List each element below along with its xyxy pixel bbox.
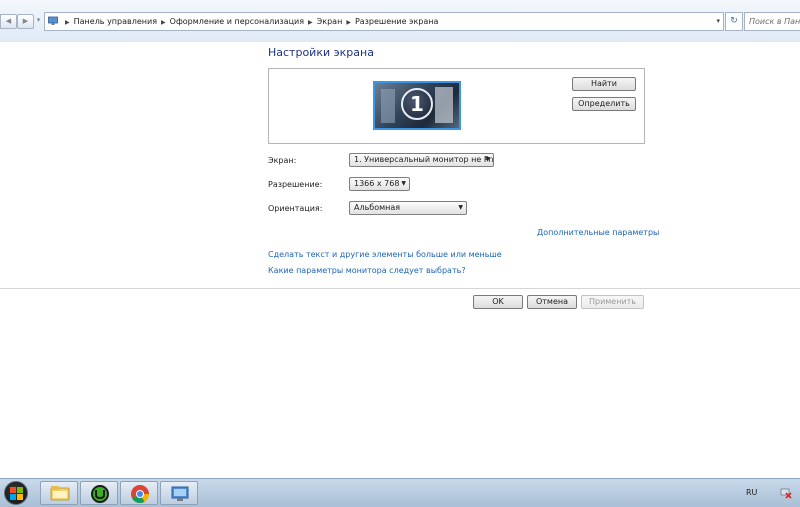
orientation-select[interactable]: Альбомная ▼: [349, 201, 467, 215]
chevron-down-icon: ▼: [458, 204, 463, 211]
address-dropdown-icon[interactable]: ▾: [716, 13, 720, 30]
breadcrumb-separator-icon: ▶: [65, 19, 70, 26]
display-label: Экран:: [268, 156, 297, 165]
taskbar-explorer[interactable]: [40, 481, 78, 505]
windows-logo-icon: [10, 487, 23, 500]
detect-button[interactable]: Найти: [572, 77, 636, 91]
page-title: Настройки экрана: [268, 46, 374, 59]
resolution-select-value: 1366 x 768: [354, 179, 400, 188]
breadcrumb-display[interactable]: Экран: [317, 17, 343, 26]
breadcrumb-appearance[interactable]: Оформление и персонализация: [170, 17, 304, 26]
monitor-wallpaper-detail: [435, 87, 453, 123]
text-size-link[interactable]: Сделать текст и другие элементы больше и…: [268, 250, 502, 259]
chevron-down-icon: ▼: [401, 180, 406, 187]
search-placeholder: Поиск в Панел: [749, 17, 800, 26]
taskbar-control-panel[interactable]: [160, 481, 198, 505]
breadcrumb-separator-icon: ▶: [346, 19, 351, 26]
forward-button[interactable]: ▶: [17, 14, 34, 29]
breadcrumb-screen-resolution[interactable]: Разрешение экрана: [355, 17, 438, 26]
taskbar-utorrent[interactable]: [80, 481, 118, 505]
monitor-tile[interactable]: 1: [373, 81, 461, 130]
resolution-select[interactable]: 1366 x 768 ▼: [349, 177, 410, 191]
breadcrumb-separator-icon: ▶: [308, 19, 313, 26]
language-indicator[interactable]: RU: [746, 488, 757, 497]
orientation-select-value: Альбомная: [354, 203, 401, 212]
display-select[interactable]: 1. Универсальный монитор не PnP ▼: [349, 153, 494, 167]
divider: [0, 288, 800, 289]
advanced-settings-link[interactable]: Дополнительные параметры: [537, 228, 659, 237]
network-status-icon[interactable]: [780, 487, 792, 499]
address-toolbar: ◀ ▶ ▾ ▶ Панель управления ▶ Оформление и пе…: [0, 0, 800, 42]
folder-icon: [50, 486, 70, 501]
breadcrumb: ▶ Панель управления ▶ Оформление и персонал…: [61, 13, 438, 30]
ok-button[interactable]: OK: [473, 295, 523, 309]
control-panel-icon: [171, 486, 189, 501]
control-panel-icon: [48, 16, 58, 25]
apply-button[interactable]: Применить: [581, 295, 644, 309]
identify-button[interactable]: Определить: [572, 97, 636, 111]
breadcrumb-control-panel[interactable]: Панель управления: [74, 17, 157, 26]
taskbar: RU: [0, 478, 800, 507]
cancel-button[interactable]: Отмена: [527, 295, 577, 309]
orientation-label: Ориентация:: [268, 204, 323, 213]
start-button[interactable]: [4, 481, 28, 505]
monitor-help-link[interactable]: Какие параметры монитора следует выбрать…: [268, 266, 466, 275]
address-bar[interactable]: ▶ Панель управления ▶ Оформление и персонал…: [44, 12, 724, 31]
search-input[interactable]: Поиск в Панел: [744, 12, 800, 31]
utorrent-icon: [91, 485, 109, 503]
display-select-value: 1. Универсальный монитор не PnP: [354, 155, 494, 164]
taskbar-chrome[interactable]: [120, 481, 158, 505]
chrome-icon: [131, 485, 149, 504]
monitor-arrangement-panel: 1 Найти Определить: [268, 68, 645, 144]
monitor-number-badge: 1: [401, 88, 433, 120]
refresh-icon[interactable]: ↻: [725, 12, 743, 31]
monitor-wallpaper-detail: [381, 89, 395, 123]
back-button[interactable]: ◀: [0, 14, 17, 29]
recent-pages-dropdown[interactable]: ▾: [34, 14, 43, 27]
resolution-label: Разрешение:: [268, 180, 323, 189]
chevron-down-icon: ▼: [485, 156, 490, 163]
breadcrumb-separator-icon: ▶: [161, 19, 166, 26]
